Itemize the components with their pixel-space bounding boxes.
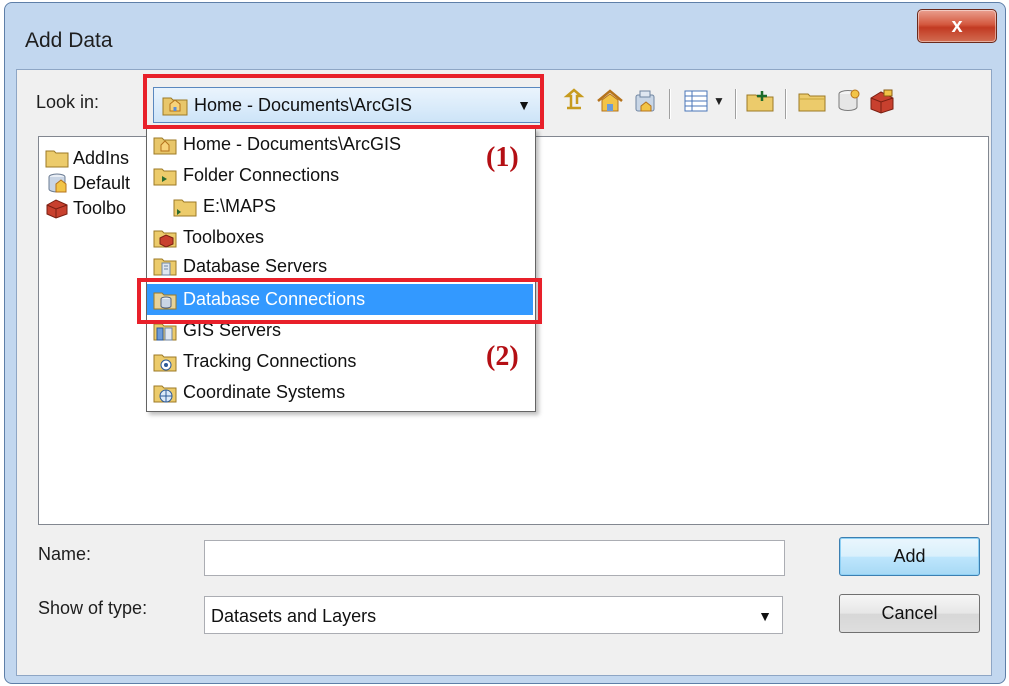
home-icon[interactable] <box>593 83 627 119</box>
name-label: Name: <box>38 544 92 564</box>
connect-to-folder-icon[interactable] <box>629 83 663 119</box>
list-item-label: Toolbo <box>73 197 127 218</box>
annotation-label-2: (2) <box>486 341 519 372</box>
toolbox-icon <box>46 199 68 219</box>
database-connections-icon <box>153 292 177 309</box>
folder-icon <box>173 199 197 216</box>
chevron-down-icon: ▼ <box>713 94 725 108</box>
dropdown-item-label: E:\MAPS <box>203 196 277 216</box>
dropdown-item-folder-connections[interactable]: Folder Connections <box>147 160 533 191</box>
name-input[interactable] <box>204 540 785 576</box>
dropdown-item-database-servers[interactable]: Database Servers <box>147 253 533 279</box>
dropdown-item-database-connections[interactable]: Database Connections <box>147 284 533 315</box>
dropdown-item-label: Database Servers <box>183 255 328 276</box>
new-folder-icon[interactable] <box>743 83 777 119</box>
toolbar: ▼ <box>557 83 987 123</box>
folder-icon <box>45 150 69 168</box>
coordinate-systems-icon <box>153 385 177 402</box>
close-icon: x <box>951 14 963 37</box>
dropdown-item-coordinate-systems[interactable]: Coordinate Systems <box>147 377 533 408</box>
dropdown-item-home-documents-arcgis[interactable]: Home - Documents\ArcGIS <box>147 129 533 160</box>
list-item[interactable]: Default <box>45 170 130 196</box>
list-item[interactable]: AddIns <box>45 145 129 171</box>
look-in-value: Home - Documents\ArcGIS <box>194 95 413 115</box>
list-item[interactable]: Toolbo <box>45 195 126 221</box>
folder-connections-icon <box>153 168 177 185</box>
database-icon[interactable] <box>831 83 865 119</box>
view-dropdown-arrow[interactable]: ▼ <box>709 83 729 119</box>
toolbox-icon[interactable] <box>865 83 899 119</box>
dropdown-item-label: Tracking Connections <box>183 351 357 371</box>
dropdown-item-label: GIS Servers <box>183 320 282 340</box>
dropdown-item-label: Coordinate Systems <box>183 382 346 402</box>
dropdown-item-label: Folder Connections <box>183 165 340 185</box>
chevron-down-icon[interactable]: ▼ <box>758 608 772 624</box>
geodatabase-icon <box>48 173 67 193</box>
dropdown-item-label: Home - Documents\ArcGIS <box>183 134 402 154</box>
add-button[interactable]: Add <box>839 537 980 576</box>
annotation-label-1: (1) <box>486 142 519 173</box>
show-of-type-select[interactable]: Datasets and Layers ▼ <box>204 596 783 634</box>
show-of-type-value: Datasets and Layers <box>211 606 377 626</box>
dropdown-item-e-maps[interactable]: E:\MAPS <box>147 191 533 222</box>
up-one-level-icon[interactable] <box>557 83 591 119</box>
dropdown-item-toolboxes[interactable]: Toolboxes <box>147 222 533 253</box>
tracking-connections-icon <box>153 354 177 371</box>
home-folder-icon <box>153 137 177 154</box>
dialog-title: Add Data <box>25 29 113 52</box>
list-item-label: AddIns <box>73 147 130 168</box>
show-of-type-label: Show of type: <box>38 598 148 618</box>
view-options-icon[interactable] <box>679 83 713 119</box>
database-servers-icon <box>153 258 177 276</box>
chevron-down-icon[interactable]: ▼ <box>517 97 531 113</box>
list-item-label: Default <box>73 172 131 193</box>
toolbar-separator <box>669 89 671 119</box>
gis-servers-icon <box>153 323 177 340</box>
toolboxes-icon <box>153 230 177 248</box>
look-in-combo[interactable]: Home - Documents\ArcGIS ▼ <box>153 87 542 123</box>
look-in-dropdown-list[interactable]: Home - Documents\ArcGIS Folder Connectio… <box>146 128 536 412</box>
close-button[interactable]: x <box>917 9 997 43</box>
cancel-button[interactable]: Cancel <box>839 594 980 633</box>
title-bar[interactable]: Add Data x <box>5 3 1005 71</box>
toolbar-separator <box>785 89 787 119</box>
dropdown-item-label: Toolboxes <box>183 227 265 247</box>
dropdown-item-label: Database Connections <box>183 289 366 309</box>
dropdown-item-tracking-connections[interactable]: Tracking Connections <box>147 346 533 377</box>
look-in-label: Look in: <box>36 92 100 112</box>
dropdown-item-gis-servers[interactable]: GIS Servers <box>147 315 533 346</box>
toolbar-separator <box>735 89 737 119</box>
home-folder-icon <box>162 94 188 121</box>
catalog-folder-icon[interactable] <box>795 83 829 119</box>
